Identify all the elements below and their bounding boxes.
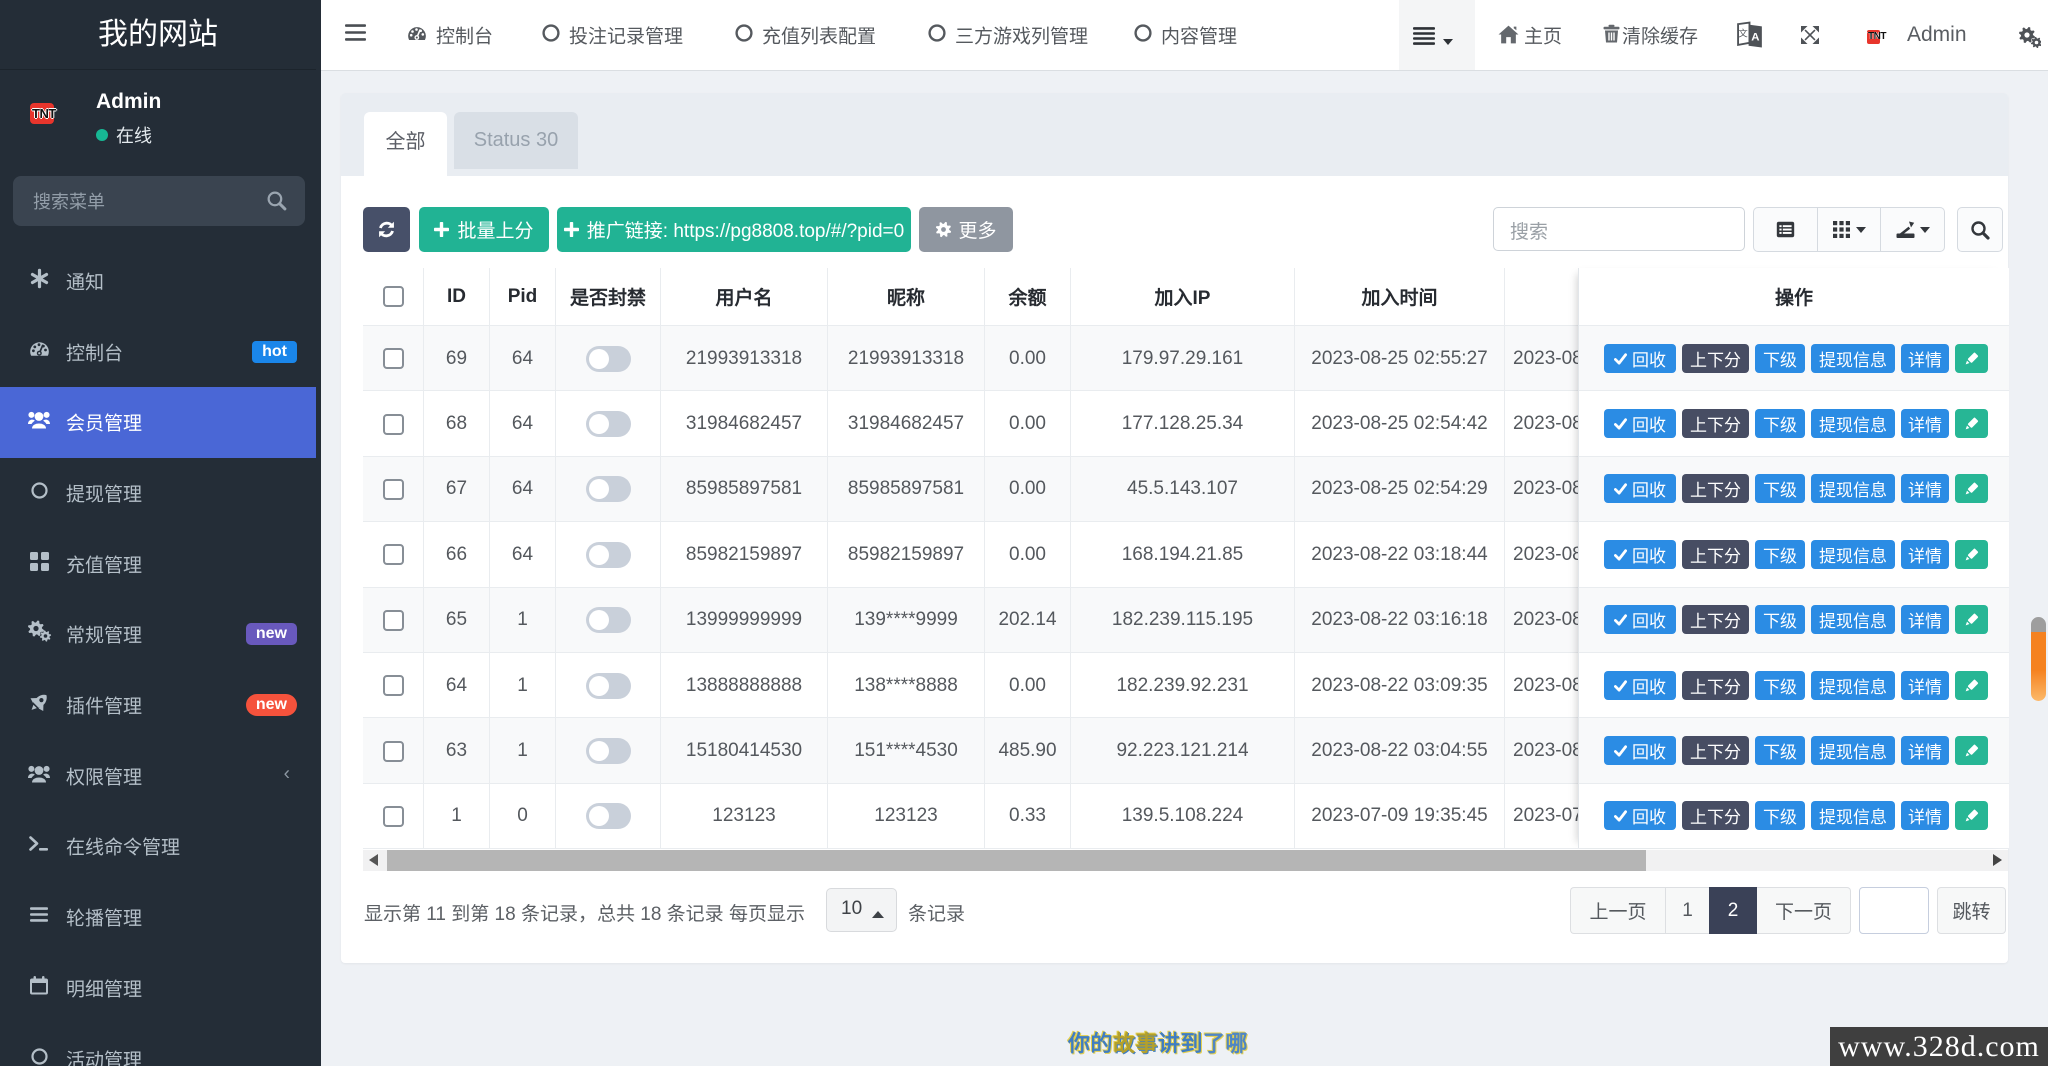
svg-text:文: 文 (1738, 28, 1747, 39)
svg-text:A: A (1751, 31, 1759, 43)
